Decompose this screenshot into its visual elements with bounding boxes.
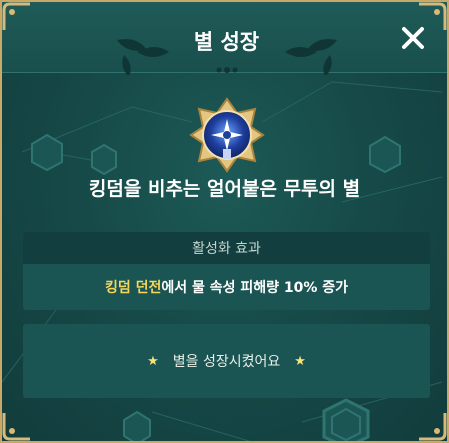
star-icon: ★ [147, 353, 159, 369]
corner-ornament-bottom-right [419, 413, 447, 441]
corner-ornament-bottom-left [2, 413, 30, 441]
dialog-title: 별 성장 [193, 30, 260, 54]
growth-status-message: 별을 성장시켰어요 [172, 354, 281, 370]
effect-text: 에서 물 속성 피해량 10% 증가 [161, 280, 349, 296]
star-growth-dialog: 별 성장 킹덤을 비추는 얼어붙은 무투의 별 활성화 효과 킹덤 던전 에서 … [0, 0, 449, 443]
compass-star-emblem-icon [189, 97, 265, 173]
dialog-header: 별 성장 [2, 2, 447, 75]
star-icon: ★ [294, 353, 306, 369]
constellation-node-icon [322, 398, 370, 441]
effect-header: 활성화 효과 [23, 232, 430, 264]
corner-ornament-top-left [2, 2, 30, 30]
growth-status-box: ★ 별을 성장시켰어요 ★ [23, 324, 430, 398]
effect-description: 킹덤 던전 에서 물 속성 피해량 10% 증가 [23, 264, 430, 310]
corner-ornament-top-right [419, 2, 447, 30]
effect-highlight: 킹덤 던전 [104, 280, 162, 296]
star-name: 킹덤을 비추는 얼어붙은 무투의 별 [88, 178, 361, 200]
activation-effect-box: 활성화 효과 킹덤 던전 에서 물 속성 피해량 10% 증가 [23, 232, 430, 310]
